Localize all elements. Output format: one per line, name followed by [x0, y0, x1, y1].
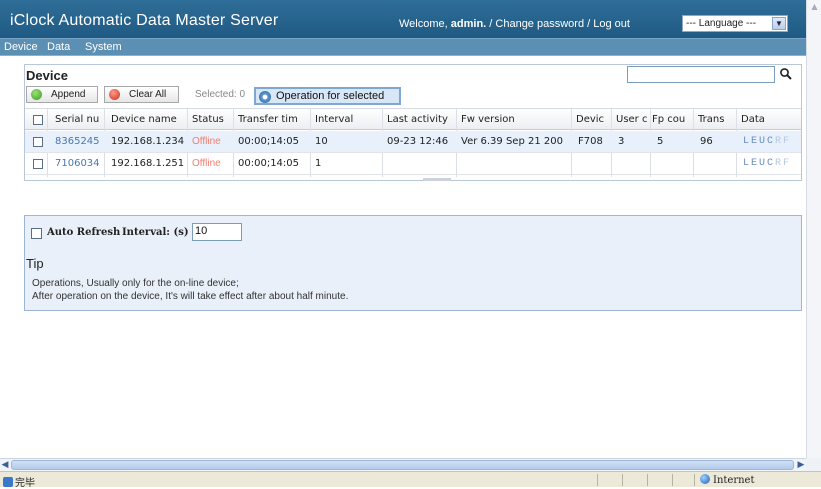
- fw-version: Ver 6.39 Sep 21 200: [461, 136, 563, 147]
- selected-count: Selected: 0: [195, 89, 246, 100]
- data-actions-active[interactable]: LEUC: [743, 158, 775, 169]
- auto-refresh-label: Auto Refresh: [47, 227, 121, 238]
- data-actions-active[interactable]: LEUC: [743, 136, 775, 147]
- data-actions-inactive: RF: [775, 158, 792, 169]
- remove-icon: [109, 89, 120, 100]
- add-icon: [31, 89, 42, 100]
- col-device-type[interactable]: Devic: [576, 114, 608, 125]
- table-row[interactable]: 8365245 192.168.1.234 Offline 00:00;14:0…: [25, 131, 801, 153]
- status-divider: [672, 474, 673, 486]
- clear-all-label: Clear All: [129, 89, 167, 100]
- col-device-name[interactable]: Device name: [111, 114, 181, 125]
- col-fw-version[interactable]: Fw version: [461, 114, 566, 125]
- menu-item-device[interactable]: Device: [4, 41, 38, 53]
- change-password-link[interactable]: / Change password: [489, 18, 584, 30]
- welcome-prefix: Welcome,: [399, 18, 448, 30]
- app-title: iClock Automatic Data Master Server: [10, 12, 279, 29]
- chevron-down-icon[interactable]: ▼: [772, 17, 786, 30]
- col-serial[interactable]: Serial nu: [55, 114, 105, 125]
- serial-number-link[interactable]: 7106034: [55, 158, 100, 169]
- globe-icon: [700, 474, 710, 484]
- horizontal-scrollbar[interactable]: ◀ ▶: [0, 458, 806, 471]
- security-zone: Internet: [700, 474, 754, 486]
- transfer-time: 00:00;14:05: [238, 158, 300, 169]
- append-label: Append: [51, 89, 86, 100]
- main-menu: Device Data System: [0, 38, 806, 55]
- status-badge: Offline: [192, 136, 221, 147]
- table-resize-grip[interactable]: [423, 178, 451, 181]
- data-actions[interactable]: LEUCRF: [743, 136, 791, 147]
- row-checkbox[interactable]: [33, 137, 43, 147]
- col-user-count[interactable]: User c: [616, 114, 648, 125]
- interval-value: 1: [315, 158, 322, 169]
- operation-for-selected-button[interactable]: Operation for selected: [254, 87, 401, 105]
- fp-count: 5: [657, 136, 664, 147]
- vertical-scrollbar[interactable]: ▲: [806, 0, 821, 470]
- status-divider: [694, 474, 695, 486]
- device-table-header: Serial nu Device name Status Transfer ti…: [25, 108, 801, 130]
- tip-line-2: After operation on the device, It's will…: [32, 291, 349, 302]
- gear-icon: [259, 91, 271, 103]
- tip-line-1: Operations, Usually only for the on-line…: [32, 278, 239, 289]
- col-fp-count[interactable]: Fp cou: [652, 114, 687, 125]
- clear-all-button[interactable]: Clear All: [104, 86, 179, 103]
- device-type: F708: [578, 136, 603, 147]
- status-badge: Offline: [192, 158, 221, 169]
- col-trans[interactable]: Trans: [698, 114, 730, 125]
- serial-number-link[interactable]: 8365245: [55, 136, 100, 147]
- scrollbar-thumb[interactable]: [11, 460, 794, 470]
- user-count: 3: [618, 136, 625, 147]
- header-bar: iClock Automatic Data Master Server Welc…: [0, 0, 806, 38]
- menu-item-data[interactable]: Data: [47, 41, 70, 53]
- col-transfer-time[interactable]: Transfer tim: [238, 114, 308, 125]
- language-select-value: --- Language ---: [686, 18, 757, 29]
- status-message: 完毕: [15, 478, 35, 489]
- search-icon[interactable]: [779, 67, 793, 81]
- status-divider: [622, 474, 623, 486]
- interval-label: Interval: (s): [122, 227, 189, 238]
- device-name: 192.168.1.251: [111, 158, 185, 169]
- tip-title: Tip: [26, 256, 44, 271]
- last-activity: 09-23 12:46: [387, 136, 449, 147]
- row-checkbox[interactable]: [33, 159, 43, 169]
- interval-input[interactable]: 10: [192, 223, 242, 241]
- menu-divider: [0, 55, 806, 56]
- scrollbar-corner: [806, 458, 821, 471]
- logout-link[interactable]: / Log out: [587, 18, 630, 30]
- username: admin.: [450, 18, 487, 30]
- transfer-time: 00:00;14:05: [238, 136, 300, 147]
- trans-count: 96: [700, 136, 713, 147]
- device-panel-title: Device: [26, 68, 68, 83]
- data-actions-inactive: RF: [775, 136, 792, 147]
- col-last-activity[interactable]: Last activity: [387, 114, 457, 125]
- data-actions[interactable]: LEUCRF: [743, 158, 791, 169]
- append-button[interactable]: Append: [26, 86, 98, 103]
- scroll-right-icon[interactable]: ▶: [796, 459, 806, 471]
- col-interval[interactable]: Interval: [315, 114, 375, 125]
- col-data[interactable]: Data: [741, 114, 781, 125]
- language-select[interactable]: --- Language --- ▼: [682, 15, 788, 32]
- status-divider: [597, 474, 598, 486]
- select-all-checkbox[interactable]: [33, 115, 43, 125]
- zone-label: Internet: [713, 475, 755, 486]
- scroll-up-icon[interactable]: ▲: [809, 2, 820, 13]
- interval-value: 10: [315, 136, 328, 147]
- device-name: 192.168.1.234: [111, 136, 185, 147]
- browser-status-bar: 完毕 Internet: [0, 471, 821, 489]
- status-divider: [647, 474, 648, 486]
- operation-label: Operation for selected: [276, 90, 385, 102]
- search-input[interactable]: [627, 66, 775, 83]
- scroll-left-icon[interactable]: ◀: [0, 459, 10, 471]
- col-status[interactable]: Status: [192, 114, 232, 125]
- menu-item-system[interactable]: System: [85, 41, 122, 53]
- welcome-text: Welcome, admin. / Change password / Log …: [399, 18, 630, 30]
- table-row[interactable]: 7106034 192.168.1.251 Offline 00:00;14:0…: [25, 153, 801, 175]
- page-icon: [3, 477, 13, 487]
- auto-refresh-checkbox[interactable]: [31, 228, 42, 239]
